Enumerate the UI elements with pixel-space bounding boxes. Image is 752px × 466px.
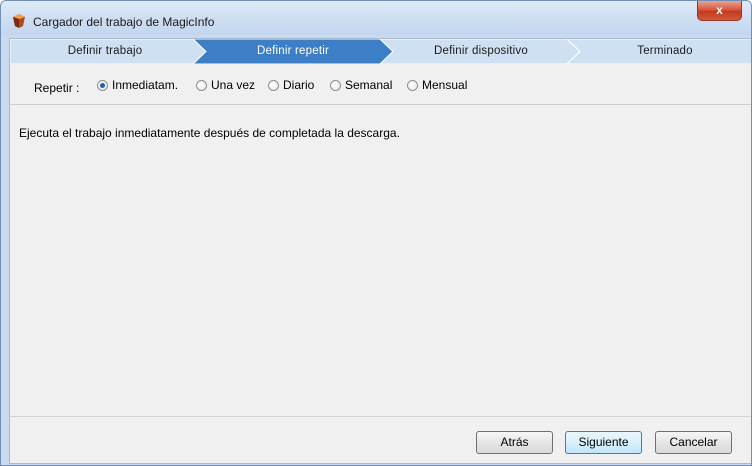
dialog-window: Cargador del trabajo de MagicInfo x Defi… xyxy=(0,0,752,466)
step-definir-dispositivo: Definir dispositivo xyxy=(434,45,528,57)
radio-mensual[interactable]: Mensual xyxy=(407,77,467,93)
close-button[interactable]: x xyxy=(697,1,742,21)
repeat-options-bar: Repetir : Inmediatam. Una vez Diario Sem… xyxy=(10,64,751,105)
radio-diario[interactable]: Diario xyxy=(268,77,314,93)
radio-una-vez[interactable]: Una vez xyxy=(196,77,255,93)
repeat-description: Ejecuta el trabajo inmediatamente despué… xyxy=(19,126,400,140)
cancel-button[interactable]: Cancelar xyxy=(655,431,732,454)
radio-label: Diario xyxy=(283,78,315,92)
radio-unchecked-icon xyxy=(407,79,418,91)
next-button[interactable]: Siguiente xyxy=(565,431,642,454)
repeat-label: Repetir : xyxy=(34,81,80,95)
radio-inmediatamente[interactable]: Inmediatam. xyxy=(97,77,178,93)
radio-label: Semanal xyxy=(345,78,393,92)
radio-unchecked-icon xyxy=(268,79,279,91)
radio-label: Una vez xyxy=(211,78,256,92)
radio-checked-icon xyxy=(97,79,108,91)
wizard-steps: Definir trabajo Definir repetir Definir … xyxy=(10,39,751,64)
radio-semanal[interactable]: Semanal xyxy=(330,77,392,93)
wizard-panel: Definir trabajo Definir repetir Definir … xyxy=(9,38,751,464)
radio-unchecked-icon xyxy=(196,79,207,91)
back-button[interactable]: Atrás xyxy=(476,431,553,454)
footer-divider xyxy=(10,416,751,417)
title-bar: Cargador del trabajo de MagicInfo x xyxy=(1,1,751,35)
close-icon: x xyxy=(716,3,723,17)
magicinfo-app-icon xyxy=(13,14,25,28)
radio-unchecked-icon xyxy=(330,79,341,91)
radio-label: Inmediatam. xyxy=(112,78,179,92)
step-definir-repetir: Definir repetir xyxy=(256,45,330,57)
radio-label: Mensual xyxy=(422,78,468,92)
step-definir-trabajo: Definir trabajo xyxy=(67,45,143,57)
window-title: Cargador del trabajo de MagicInfo xyxy=(33,15,215,29)
step-terminado: Terminado xyxy=(637,45,693,57)
